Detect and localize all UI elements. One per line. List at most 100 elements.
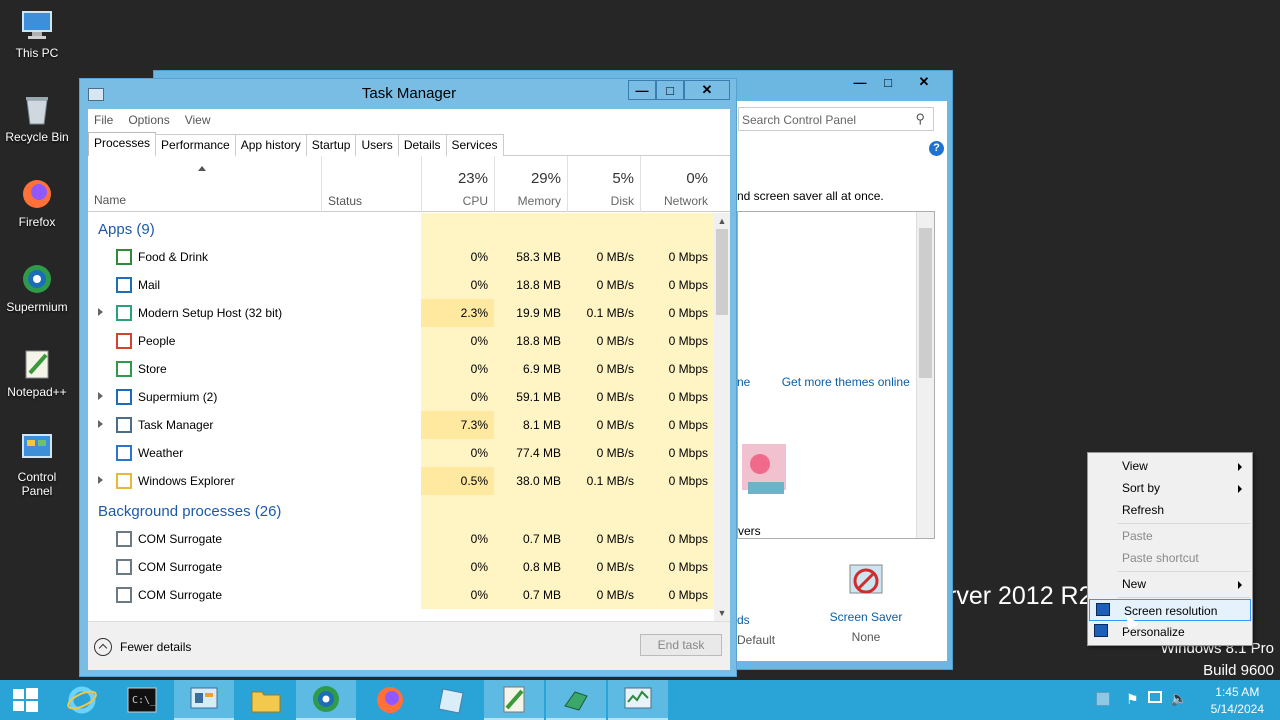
menu-item-refresh[interactable]: Refresh	[1088, 499, 1252, 521]
process-list-scrollbar[interactable]: ▲ ▼	[714, 213, 730, 621]
menu-item-view[interactable]: View	[1088, 455, 1252, 477]
desktop-icon-control-panel[interactable]: Control Panel	[2, 432, 72, 498]
heat-cell	[421, 495, 494, 525]
expand-arrow-icon[interactable]	[98, 308, 103, 316]
sounds-label[interactable]: ds	[737, 613, 750, 627]
menu-file[interactable]: File	[94, 113, 113, 127]
taskbar-notepad-plus[interactable]	[484, 680, 544, 720]
taskbar-command-prompt[interactable]: C:\_	[112, 680, 172, 720]
end-task-button[interactable]: End task	[640, 634, 722, 656]
flag-icon[interactable]: ⚑	[1126, 691, 1139, 708]
expand-arrow-icon[interactable]	[98, 392, 103, 400]
notepad-icon	[438, 688, 464, 714]
taskbar-firefox[interactable]	[360, 680, 420, 720]
menu-item-screen-resolution[interactable]: Screen resolution	[1089, 599, 1251, 621]
process-row[interactable]: Modern Setup Host (32 bit) 2.3% 19.9 MB 0.1…	[88, 299, 714, 327]
clock[interactable]: 1:45 AM 5/14/2024	[1211, 684, 1264, 718]
process-row[interactable]: Task Manager 7.3% 8.1 MB 0 MB/s 0 Mbps	[88, 411, 714, 439]
taskbar-server-manager[interactable]	[174, 680, 234, 720]
screen-saver-setting[interactable]: Screen Saver None	[826, 559, 906, 644]
scroll-up-icon[interactable]: ▲	[714, 213, 730, 229]
process-row[interactable]: People 0% 18.8 MB 0 MB/s 0 Mbps	[88, 327, 714, 355]
taskbar-internet-explorer[interactable]	[52, 680, 112, 720]
speaker-muted-icon[interactable]: 🔈	[1170, 690, 1187, 707]
close-button[interactable]: ✕	[684, 80, 730, 100]
menu-item-new[interactable]: New	[1088, 573, 1252, 595]
taskbar-supermium[interactable]	[296, 680, 356, 720]
show-desktop-icon[interactable]	[1096, 692, 1110, 706]
minimize-button[interactable]: —	[628, 80, 656, 100]
desktop-icon-recycle-bin[interactable]: Recycle Bin	[2, 92, 72, 144]
process-row[interactable]: Food & Drink 0% 58.3 MB 0 MB/s 0 Mbps	[88, 243, 714, 271]
process-net-value: 0 Mbps	[668, 390, 708, 404]
tab-processes[interactable]: Processes	[88, 132, 157, 156]
theme-list-scrollbar[interactable]	[916, 212, 934, 538]
theme-thumbnail-icon[interactable]	[738, 438, 788, 498]
tab-bar: Processes Performance App history Startu…	[88, 132, 730, 156]
control-panel-search-input[interactable]: Search Control Panel ⚲	[738, 107, 934, 131]
process-row[interactable]: COM Surrogate 0% 0.7 MB 0 MB/s 0 Mbps	[88, 525, 714, 553]
close-button[interactable]: ✕	[902, 73, 946, 91]
process-row[interactable]: Store 0% 6.9 MB 0 MB/s 0 Mbps	[88, 355, 714, 383]
get-more-themes-link[interactable]: Get more themes online	[782, 375, 910, 389]
process-list[interactable]: Apps (9) Food & Drink 0% 58.3 MB 0 MB/s 0 Mbp…	[88, 213, 714, 621]
desktop-icon-notepad-plus[interactable]: Notepad++	[2, 347, 72, 399]
process-row[interactable]: Windows Explorer 0.5% 38.0 MB 0.1 MB/s 0 Mbp…	[88, 467, 714, 495]
fewer-details-label: Fewer details	[120, 640, 192, 654]
process-group-header[interactable]: Apps (9)	[88, 213, 714, 243]
desktop-icon-supermium[interactable]: Supermium	[2, 262, 72, 314]
process-disk-value: 0 MB/s	[596, 560, 634, 574]
theme-link-partial[interactable]: ne	[737, 375, 750, 389]
tab-users[interactable]: Users	[355, 134, 399, 156]
taskbar-notepad[interactable]	[422, 680, 482, 720]
expand-arrow-icon[interactable]	[98, 420, 103, 428]
process-row[interactable]: COM Surrogate 0% 0.7 MB 0 MB/s 0 Mbps	[88, 581, 714, 609]
scrollbar-thumb[interactable]	[716, 229, 728, 315]
column-status-cell[interactable]: Status	[321, 156, 421, 212]
tab-details[interactable]: Details	[397, 134, 447, 156]
column-memory[interactable]: 29% Memory	[494, 156, 567, 212]
help-icon[interactable]: ?	[929, 141, 944, 156]
expand-arrow-icon[interactable]	[98, 476, 103, 484]
menu-view[interactable]: View	[185, 113, 211, 127]
start-button[interactable]	[0, 680, 50, 720]
column-cpu[interactable]: 23% CPU	[421, 156, 494, 212]
column-name[interactable]: Name	[94, 193, 126, 207]
task-manager-body: File Options View Processes Performance …	[88, 109, 730, 670]
title-bar[interactable]: Task Manager — □ ✕	[80, 79, 736, 109]
fewer-details-button[interactable]: Fewer details	[94, 638, 191, 656]
tab-startup[interactable]: Startup	[305, 134, 357, 156]
process-net-value: 0 Mbps	[668, 532, 708, 546]
column-disk[interactable]: 5% Disk	[567, 156, 640, 212]
menu-item-paste-shortcut[interactable]: Paste shortcut	[1088, 547, 1252, 569]
column-network[interactable]: 0% Network	[640, 156, 714, 212]
desktop-icon-label: Recycle Bin	[5, 130, 69, 144]
scrollbar-thumb[interactable]	[919, 228, 932, 378]
taskbar-installer[interactable]	[546, 680, 606, 720]
task-manager-window[interactable]: Task Manager — □ ✕ File Options View Pro…	[79, 78, 737, 677]
maximize-button[interactable]: □	[874, 73, 902, 91]
scroll-down-icon[interactable]: ▼	[714, 605, 730, 621]
menu-options[interactable]: Options	[128, 113, 169, 127]
process-group-header[interactable]: Background processes (26)	[88, 495, 714, 525]
desktop-icon-this-pc[interactable]: This PC	[2, 8, 72, 60]
menu-item-sort-by[interactable]: Sort by	[1088, 477, 1252, 499]
minimize-button[interactable]: —	[846, 73, 874, 91]
maximize-button[interactable]: □	[656, 80, 684, 100]
desktop-icon-firefox[interactable]: Firefox	[2, 177, 72, 229]
taskbar-task-manager[interactable]	[608, 680, 668, 720]
setup-host-icon	[116, 305, 132, 321]
process-row[interactable]: Weather 0% 77.4 MB 0 MB/s 0 Mbps	[88, 439, 714, 467]
process-row[interactable]: COM Surrogate 0% 0.8 MB 0 MB/s 0 Mbps	[88, 553, 714, 581]
firefox-icon	[20, 177, 54, 211]
tab-performance[interactable]: Performance	[155, 134, 236, 156]
menu-item-paste[interactable]: Paste	[1088, 525, 1252, 547]
network-icon[interactable]	[1148, 691, 1162, 703]
process-row[interactable]: Supermium (2) 0% 59.1 MB 0 MB/s 0 Mbps	[88, 383, 714, 411]
tab-app-history[interactable]: App history	[234, 134, 307, 156]
process-row[interactable]: Mail 0% 18.8 MB 0 MB/s 0 Mbps	[88, 271, 714, 299]
menu-item-personalize[interactable]: Personalize	[1088, 621, 1252, 643]
tab-services[interactable]: Services	[445, 134, 504, 156]
firefox-icon	[377, 687, 403, 713]
taskbar-file-explorer[interactable]	[236, 680, 296, 720]
